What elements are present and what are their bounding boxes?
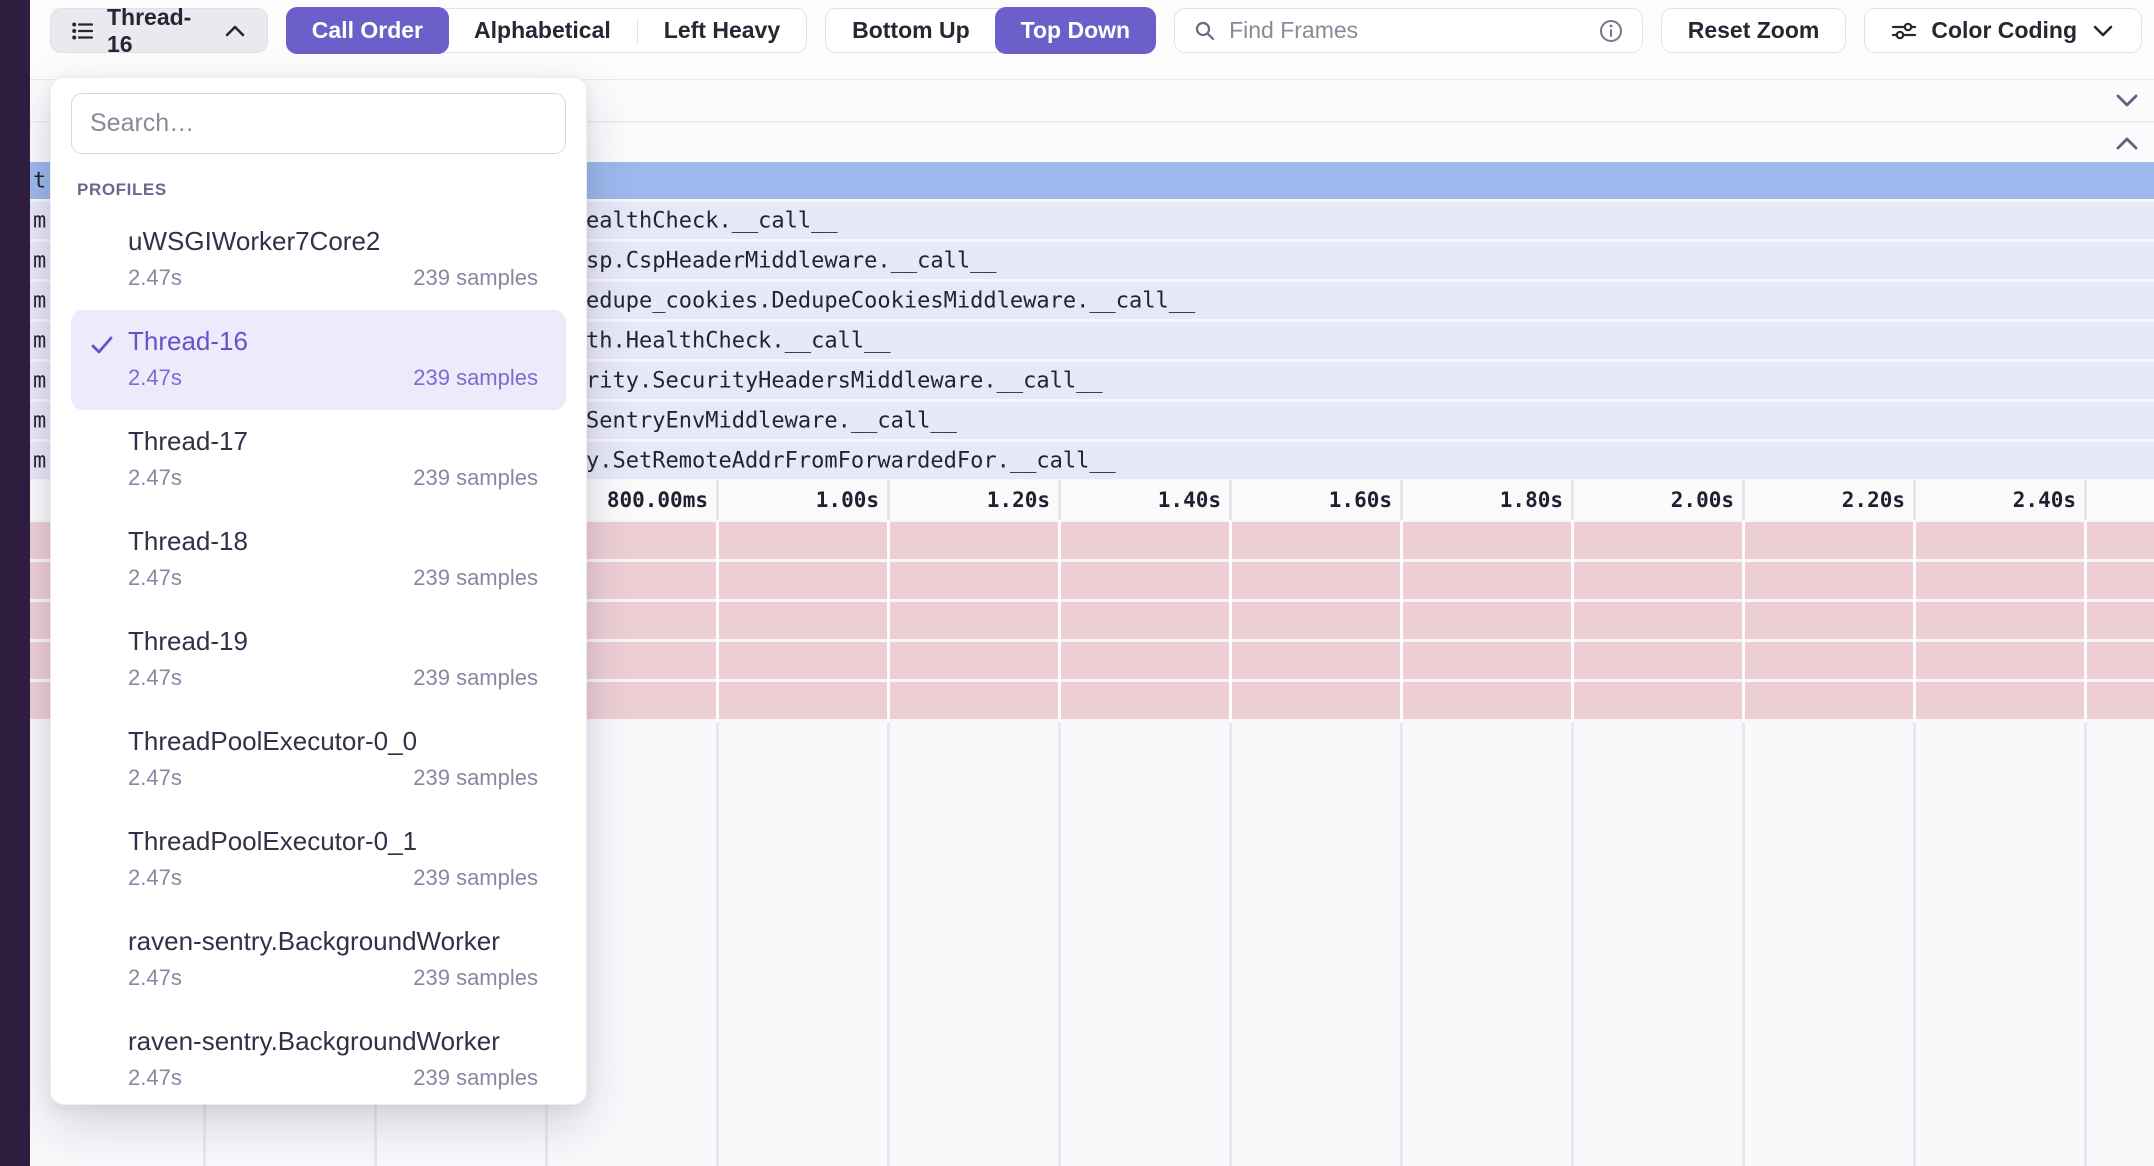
profile-name: ThreadPoolExecutor-0_1 <box>128 826 538 857</box>
sliders-icon <box>1891 20 1917 42</box>
thread-dropdown-panel: PROFILES uWSGIWorker7Core2 2.47s 239 sam… <box>50 77 587 1105</box>
profile-item[interactable]: Thread-17 2.47s 239 samples <box>71 410 566 510</box>
info-icon[interactable] <box>1598 18 1624 44</box>
order-option-left-heavy[interactable]: Left Heavy <box>638 8 806 53</box>
frame-text: y.SetRemoteAddrFromForwardedFor.__call__ <box>586 448 1116 473</box>
profile-duration: 2.47s <box>128 565 182 591</box>
search-icon <box>1193 19 1217 43</box>
profiles-section-label: PROFILES <box>77 180 566 200</box>
profile-samples: 239 samples <box>413 865 538 891</box>
reset-zoom-label: Reset Zoom <box>1688 17 1820 44</box>
find-frames-search <box>1174 8 1643 53</box>
profile-item[interactable]: raven-sentry.BackgroundWorker 2.47s 239 … <box>71 1010 566 1110</box>
profile-samples: 239 samples <box>413 565 538 591</box>
profile-samples: 239 samples <box>413 465 538 491</box>
profile-samples: 239 samples <box>413 1065 538 1091</box>
time-tick-label: 1.40s <box>1158 488 1221 512</box>
thread-selector-button[interactable]: Thread-16 <box>50 8 268 53</box>
frame-text-fragment: t <box>33 168 46 193</box>
frame-text: sp.CspHeaderMiddleware.__call__ <box>586 248 997 273</box>
time-tick-label: 1.20s <box>987 488 1050 512</box>
order-option-alphabetical[interactable]: Alphabetical <box>448 8 637 53</box>
profile-search-input[interactable] <box>71 93 566 154</box>
profile-duration: 2.47s <box>128 765 182 791</box>
profile-duration: 2.47s <box>128 965 182 991</box>
direction-option-top-down[interactable]: Top Down <box>995 7 1156 54</box>
profile-item[interactable]: ThreadPoolExecutor-0_0 2.47s 239 samples <box>71 710 566 810</box>
collapse-chevron-up-icon[interactable] <box>2112 134 2142 152</box>
frame-text-fragment: m <box>33 408 46 433</box>
thread-selector-label: Thread-16 <box>107 4 197 58</box>
color-coding-button[interactable]: Color Coding <box>1864 8 2142 53</box>
profiler-app: Thread-16 Call Order Alphabetical Left H… <box>0 0 2154 1166</box>
left-nav-rail <box>0 0 30 1166</box>
frame-text-fragment: m <box>33 208 46 233</box>
profile-name: Thread-16 <box>128 326 538 357</box>
profile-name: Thread-19 <box>128 626 538 657</box>
find-frames-input[interactable] <box>1229 17 1586 44</box>
toolbar: Thread-16 Call Order Alphabetical Left H… <box>30 0 2154 80</box>
time-tick-label: 1.60s <box>1329 488 1392 512</box>
order-toggle: Call Order Alphabetical Left Heavy <box>286 8 807 53</box>
chevron-up-icon <box>223 23 247 39</box>
profile-samples: 239 samples <box>413 765 538 791</box>
frame-text: rity.SecurityHeadersMiddleware.__call__ <box>586 368 1103 393</box>
time-tick-label: 1.00s <box>816 488 879 512</box>
profile-duration: 2.47s <box>128 665 182 691</box>
profile-samples: 239 samples <box>413 965 538 991</box>
thread-list-icon <box>71 19 95 43</box>
profile-duration: 2.47s <box>128 865 182 891</box>
expand-chevron-down-icon[interactable] <box>2112 92 2142 110</box>
profile-item-selected[interactable]: Thread-16 2.47s 239 samples <box>71 310 566 410</box>
profile-item[interactable]: uWSGIWorker7Core2 2.47s 239 samples <box>71 210 566 310</box>
frame-text-fragment: m <box>33 368 46 393</box>
profile-samples: 239 samples <box>413 665 538 691</box>
color-coding-label: Color Coding <box>1931 17 2077 44</box>
chevron-down-icon <box>2091 23 2115 39</box>
profile-samples: 239 samples <box>413 365 538 391</box>
checkmark-icon <box>89 332 115 358</box>
profile-item[interactable]: raven-sentry.BackgroundWorker 2.47s 239 … <box>71 910 566 1010</box>
profile-name: Thread-17 <box>128 426 538 457</box>
profile-item[interactable]: Thread-18 2.47s 239 samples <box>71 510 566 610</box>
profile-duration: 2.47s <box>128 1065 182 1091</box>
profile-name: ThreadPoolExecutor-0_0 <box>128 726 538 757</box>
frame-text-fragment: m <box>33 328 46 353</box>
frame-text: SentryEnvMiddleware.__call__ <box>586 408 957 433</box>
profile-name: Thread-18 <box>128 526 538 557</box>
frame-text-fragment: m <box>33 288 46 313</box>
frame-text-fragment: m <box>33 448 46 473</box>
profile-name: uWSGIWorker7Core2 <box>128 226 538 257</box>
profile-name: raven-sentry.BackgroundWorker <box>128 926 538 957</box>
direction-toggle: Bottom Up Top Down <box>825 8 1156 53</box>
time-tick-label: 2.40s <box>2013 488 2076 512</box>
profile-duration: 2.47s <box>128 265 182 291</box>
frame-text-fragment: m <box>33 248 46 273</box>
frame-text: ealthCheck.__call__ <box>586 208 838 233</box>
frame-text: edupe_cookies.DedupeCookiesMiddleware.__… <box>586 288 1195 313</box>
profile-duration: 2.47s <box>128 365 182 391</box>
profile-item[interactable]: ThreadPoolExecutor-0_1 2.47s 239 samples <box>71 810 566 910</box>
profile-item[interactable]: Thread-19 2.47s 239 samples <box>71 610 566 710</box>
frame-text: th.HealthCheck.__call__ <box>586 328 891 353</box>
time-tick-label: 2.00s <box>1671 488 1734 512</box>
order-option-call-order[interactable]: Call Order <box>286 7 449 54</box>
profile-duration: 2.47s <box>128 465 182 491</box>
direction-option-bottom-up[interactable]: Bottom Up <box>826 8 996 53</box>
time-tick-label: 1.80s <box>1500 488 1563 512</box>
profile-samples: 239 samples <box>413 265 538 291</box>
time-tick-label: 800.00ms <box>607 488 708 512</box>
profile-name: raven-sentry.BackgroundWorker <box>128 1026 538 1057</box>
time-tick-label: 2.20s <box>1842 488 1905 512</box>
reset-zoom-button[interactable]: Reset Zoom <box>1661 8 1847 53</box>
